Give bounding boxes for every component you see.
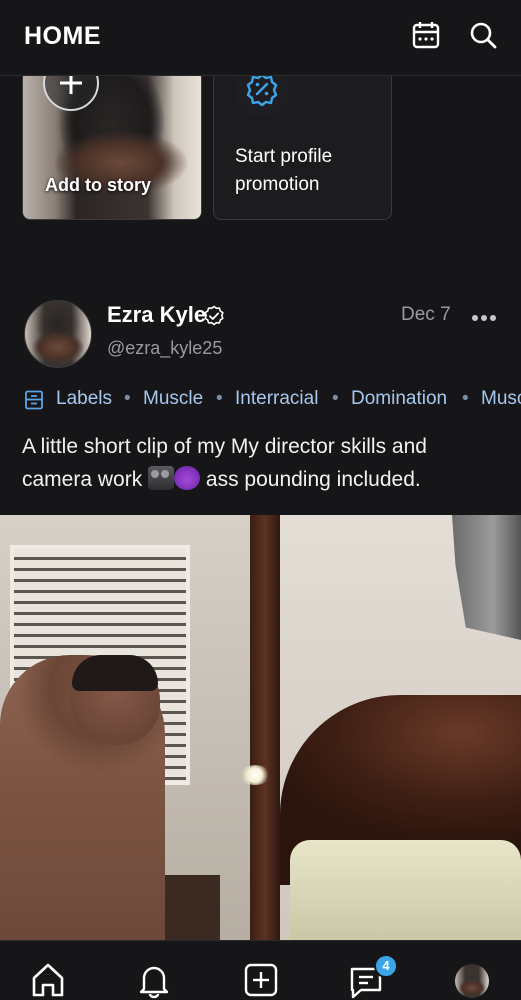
smiling-devil-icon (174, 466, 201, 490)
labels-link[interactable]: Labels (56, 388, 112, 410)
author-name[interactable]: Ezra Kyle (107, 302, 206, 328)
promotion-label: Start profile promotion (235, 146, 333, 195)
more-options-icon[interactable] (471, 314, 497, 322)
label-tag[interactable]: Interracial (235, 388, 318, 410)
scene-pillow (290, 840, 521, 940)
stories-row: Add to story Start profile promotion (0, 70, 521, 224)
separator-dot: • (332, 388, 339, 409)
home-icon[interactable] (29, 961, 67, 999)
label-tag[interactable]: Musc (481, 388, 521, 410)
profile-promotion-card[interactable]: Start profile promotion (213, 70, 392, 220)
discount-badge-icon (234, 71, 290, 117)
movie-camera-icon (148, 466, 175, 490)
post-labels: Labels • Muscle • Interracial • Dominati… (0, 386, 521, 416)
caption-text-end: ass pounding included. (205, 468, 421, 491)
messages-badge: 4 (374, 954, 398, 978)
post-video[interactable] (0, 515, 521, 940)
notifications-icon[interactable] (135, 961, 173, 999)
page-title: HOME (24, 22, 101, 50)
profile-avatar[interactable] (455, 964, 489, 998)
scene-person-hair (72, 655, 158, 691)
scene-lamp-glare (240, 765, 270, 785)
post-date: Dec 7 (401, 304, 451, 325)
scene-bedpost (250, 515, 280, 940)
labels-icon (25, 390, 43, 410)
verified-icon (204, 305, 224, 326)
label-tag[interactable]: Domination (351, 388, 447, 410)
add-to-story-label: Add to story (45, 175, 151, 195)
add-post-icon[interactable] (242, 961, 280, 999)
post-caption: A little short clip of my My director sk… (22, 430, 502, 496)
label-tag[interactable]: Muscle (143, 388, 203, 410)
bottom-navigation: 4 (0, 940, 521, 1000)
author-avatar[interactable] (24, 300, 92, 368)
add-to-story-card[interactable]: Add to story (22, 70, 202, 220)
author-handle[interactable]: @ezra_kyle25 (107, 338, 222, 359)
calendar-icon[interactable] (411, 20, 441, 50)
separator-dot: • (462, 388, 469, 409)
separator-dot: • (124, 388, 131, 409)
search-icon[interactable] (468, 20, 498, 50)
separator-dot: • (216, 388, 223, 409)
top-bar: HOME (0, 0, 521, 76)
